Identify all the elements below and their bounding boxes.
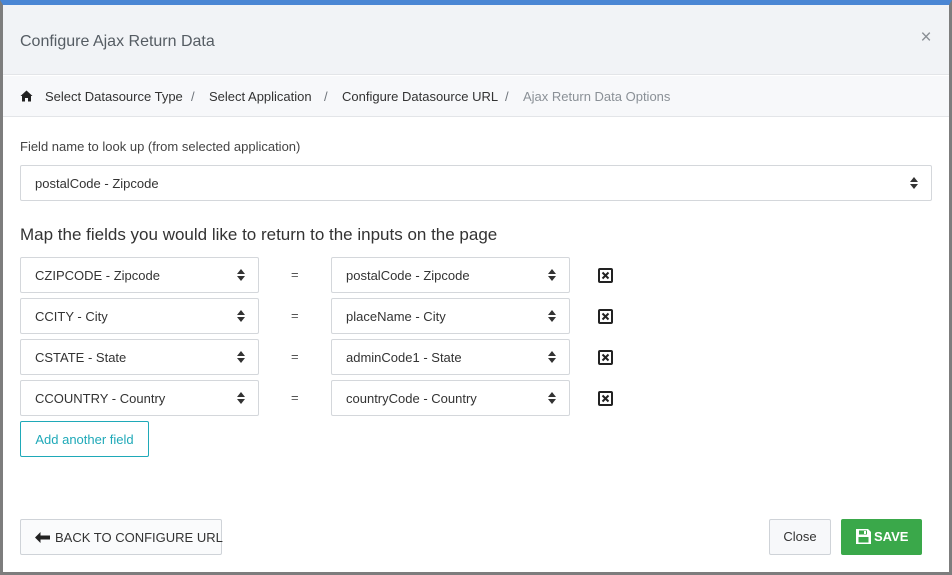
return-field-value: countryCode - Country	[346, 391, 477, 406]
equals-sign: =	[291, 308, 299, 323]
back-to-configure-url-button[interactable]: BACK TO CONFIGURE URL	[20, 519, 223, 555]
page-input-select[interactable]: CSTATE - State	[20, 339, 259, 375]
dialog-title: Configure Ajax Return Data	[20, 33, 215, 50]
lookup-field-label: Field name to look up (from selected app…	[20, 139, 301, 154]
sort-caret-icon	[237, 310, 245, 322]
page-input-value: CSTATE - State	[35, 350, 127, 365]
dialog-header: Configure Ajax Return Data ×	[3, 5, 949, 75]
add-another-field-button[interactable]: Add another field	[20, 421, 149, 457]
sort-caret-icon	[548, 351, 556, 363]
breadcrumb-separator: /	[324, 89, 328, 104]
lookup-field-select[interactable]: postalCode - Zipcode	[20, 165, 932, 201]
sort-caret-icon	[548, 269, 556, 281]
return-field-value: placeName - City	[346, 309, 446, 324]
page-input-value: CCOUNTRY - Country	[35, 391, 166, 406]
breadcrumb: Select Datasource Type / Select Applicat…	[3, 76, 949, 117]
arrow-left-icon	[35, 532, 50, 543]
return-field-value: postalCode - Zipcode	[346, 268, 470, 283]
page-input-select[interactable]: CCOUNTRY - Country	[20, 380, 259, 416]
equals-sign: =	[291, 267, 299, 282]
lookup-field-value: postalCode - Zipcode	[35, 176, 159, 191]
equals-sign: =	[291, 390, 299, 405]
sort-caret-icon	[237, 351, 245, 363]
breadcrumb-separator: /	[191, 89, 195, 104]
breadcrumb-item-current: Ajax Return Data Options	[523, 89, 671, 104]
return-field-select[interactable]: countryCode - Country	[331, 380, 570, 416]
page-input-value: CZIPCODE - Zipcode	[35, 268, 160, 283]
equals-sign: =	[291, 349, 299, 364]
remove-row-icon[interactable]	[598, 391, 613, 406]
home-icon[interactable]	[20, 90, 33, 102]
back-button-label: BACK TO CONFIGURE URL	[55, 530, 223, 545]
return-field-value: adminCode1 - State	[346, 350, 462, 365]
remove-row-icon[interactable]	[598, 309, 613, 324]
sort-caret-icon	[910, 177, 918, 189]
breadcrumb-separator: /	[505, 89, 509, 104]
sort-caret-icon	[237, 392, 245, 404]
floppy-disk-icon	[856, 529, 871, 544]
sort-caret-icon	[548, 310, 556, 322]
page-input-select[interactable]: CCITY - City	[20, 298, 259, 334]
remove-row-icon[interactable]	[598, 350, 613, 365]
return-field-select[interactable]: placeName - City	[331, 298, 570, 334]
breadcrumb-item-datasource-url[interactable]: Configure Datasource URL	[342, 89, 498, 104]
close-icon[interactable]: ×	[919, 28, 933, 47]
close-button[interactable]: Close	[769, 519, 831, 555]
save-button[interactable]: SAVE	[841, 519, 922, 555]
page-input-select[interactable]: CZIPCODE - Zipcode	[20, 257, 259, 293]
return-field-select[interactable]: adminCode1 - State	[331, 339, 570, 375]
save-button-label: SAVE	[874, 529, 909, 544]
configure-ajax-dialog: Configure Ajax Return Data × Select Data…	[0, 0, 952, 575]
remove-row-icon[interactable]	[598, 268, 613, 283]
page-input-value: CCITY - City	[35, 309, 108, 324]
breadcrumb-item-datasource-type[interactable]: Select Datasource Type	[45, 89, 183, 104]
return-field-select[interactable]: postalCode - Zipcode	[331, 257, 570, 293]
sort-caret-icon	[237, 269, 245, 281]
sort-caret-icon	[548, 392, 556, 404]
breadcrumb-item-application[interactable]: Select Application	[209, 89, 312, 104]
mapping-heading: Map the fields you would like to return …	[20, 225, 498, 244]
